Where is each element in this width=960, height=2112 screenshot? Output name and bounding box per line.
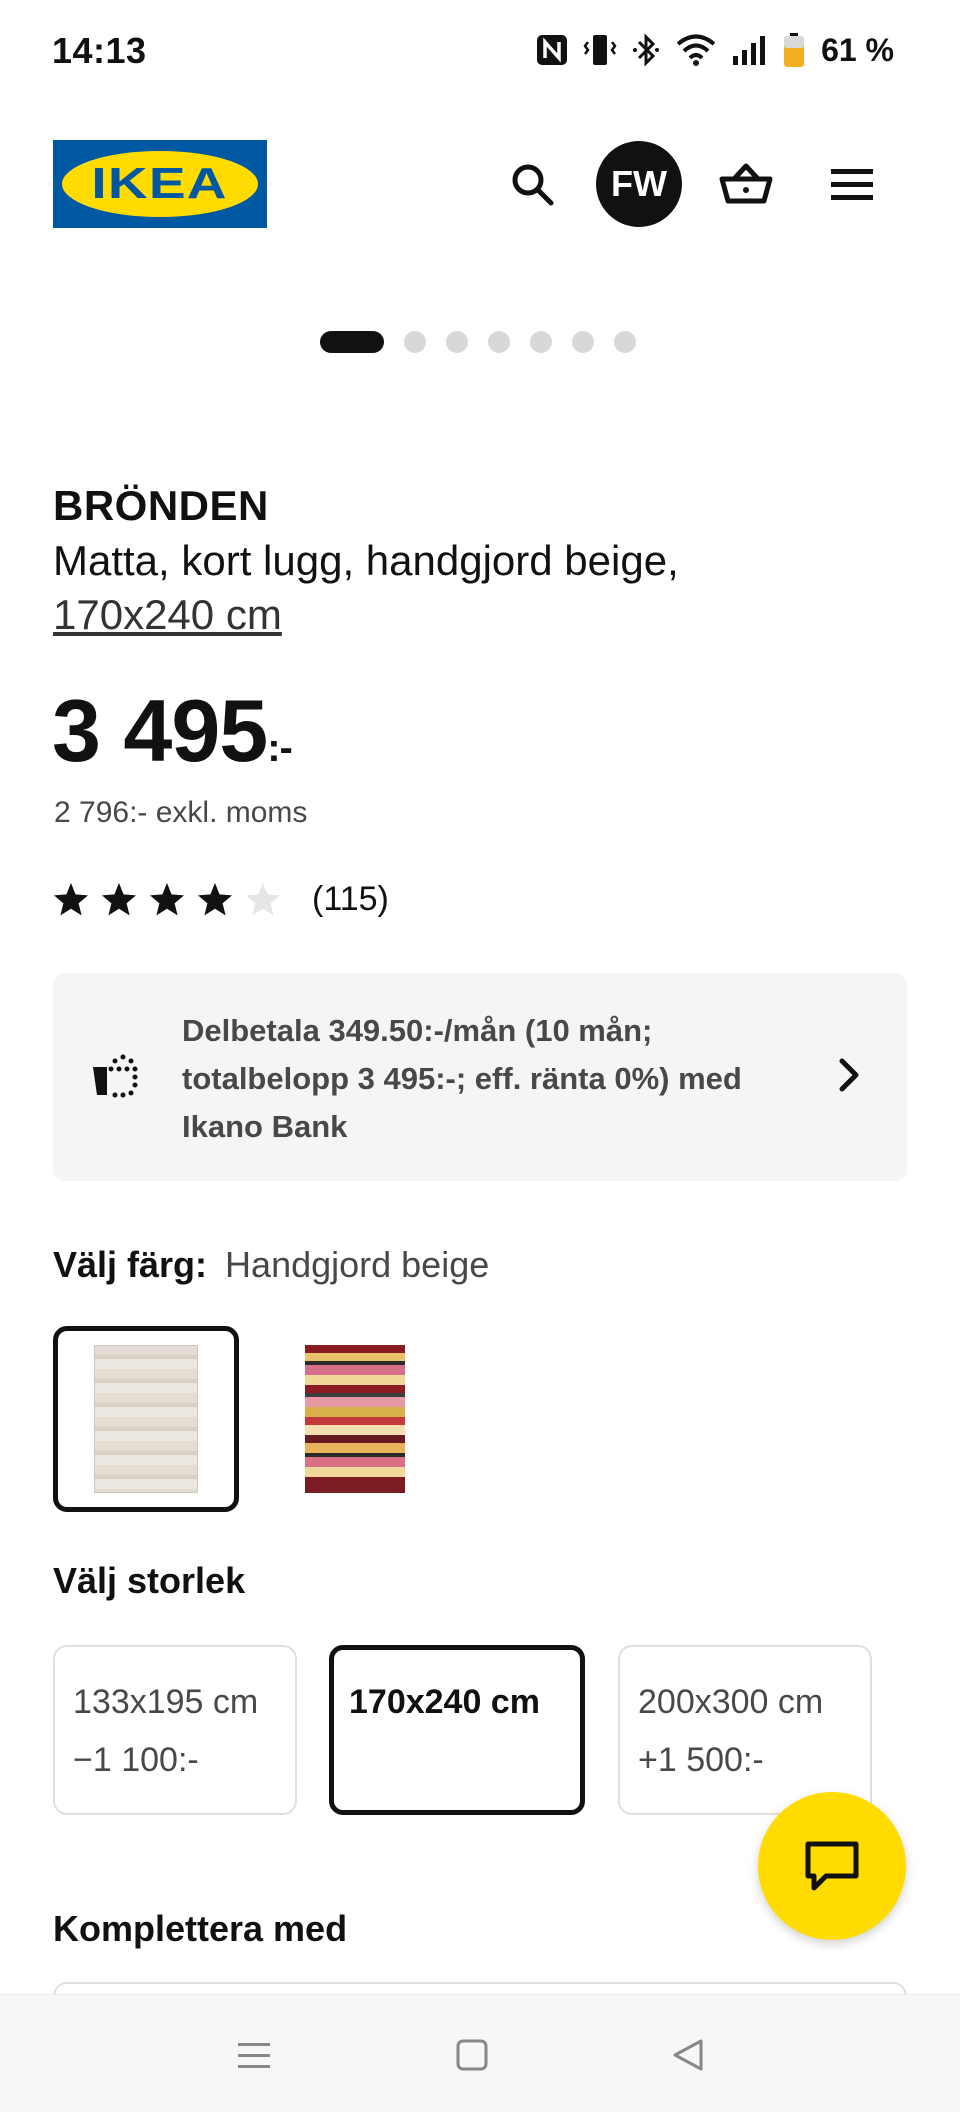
- color-selected-value: Handgjord beige: [225, 1244, 490, 1285]
- home-square-icon: [456, 2039, 488, 2071]
- size-option-170x240[interactable]: 170x240 cm: [329, 1645, 585, 1815]
- wifi-icon: [676, 34, 716, 66]
- chat-bubble-icon: [805, 1841, 859, 1891]
- color-option-beige[interactable]: [53, 1326, 239, 1512]
- vibrate-icon: [583, 35, 617, 65]
- star-empty-icon: [246, 883, 280, 916]
- size-option-200x300[interactable]: 200x300 cm +1 500:-: [618, 1645, 872, 1815]
- logo-text: IKEA: [91, 159, 229, 208]
- search-icon: [512, 164, 554, 206]
- carousel-dot-2[interactable]: [404, 331, 426, 353]
- star-icon: [198, 883, 232, 916]
- battery-percent: 61 %: [821, 31, 894, 68]
- rating-stars: [52, 881, 282, 917]
- carousel-dot-3[interactable]: [446, 331, 468, 353]
- review-count: (115): [312, 879, 389, 918]
- search-button[interactable]: [488, 140, 576, 228]
- carousel-dot-4[interactable]: [488, 331, 510, 353]
- carousel-dot-6[interactable]: [572, 331, 594, 353]
- product-name: BRÖNDEN: [53, 482, 269, 529]
- rug-beige-thumbnail: [94, 1345, 198, 1493]
- size-option-133x195[interactable]: 133x195 cm −1 100:-: [53, 1645, 297, 1815]
- carousel-dot-1[interactable]: [320, 331, 384, 353]
- size-selector-heading: Välj storlek: [53, 1560, 246, 1601]
- nav-back-button[interactable]: [656, 2023, 720, 2087]
- hamburger-menu-icon: [831, 169, 873, 200]
- product-description: Matta, kort lugg, handgjord beige, 170x2…: [53, 534, 873, 642]
- product-price: 3 495:-: [52, 680, 293, 782]
- financing-banner[interactable]: Delbetala 349.50:-/mån (10 mån; totalbel…: [53, 973, 907, 1181]
- financing-text: Delbetala 349.50:-/mån (10 mån; totalbel…: [182, 1013, 742, 1144]
- image-carousel-dots: [320, 330, 636, 354]
- price-excl-vat: 2 796:- exkl. moms: [54, 796, 308, 829]
- back-triangle-icon: [673, 2039, 703, 2071]
- cart-button[interactable]: [702, 140, 790, 228]
- color-option-multicolor[interactable]: [262, 1326, 448, 1512]
- battery-icon: [784, 33, 805, 67]
- product-description-text: Matta, kort lugg, handgjord beige,: [53, 537, 679, 584]
- size-option-price-diff: +1 500:-: [638, 1741, 764, 1779]
- color-selector-heading: Välj färg: Handgjord beige: [53, 1244, 489, 1286]
- avatar-initials: FW: [611, 163, 667, 204]
- complement-heading: Komplettera med: [53, 1908, 348, 1949]
- color-label: Välj färg:: [53, 1244, 208, 1285]
- system-nav-bar: [0, 1994, 960, 2112]
- chat-button[interactable]: [758, 1792, 906, 1940]
- price-suffix: :-: [267, 726, 293, 770]
- site-header: IKEA FW: [0, 130, 960, 240]
- cart-icon: [719, 163, 773, 204]
- nfc-icon: [537, 35, 568, 65]
- recents-menu-icon: [238, 2043, 270, 2068]
- size-option-label: 170x240 cm: [349, 1683, 540, 1721]
- status-bar: 14:13 61 %: [0, 0, 960, 104]
- status-time: 14:13: [52, 30, 147, 71]
- chevron-right-icon: [839, 1058, 859, 1092]
- price-value: 3 495: [52, 681, 268, 780]
- installment-payment-icon: [93, 1054, 138, 1098]
- size-option-label: 200x300 cm: [638, 1683, 824, 1721]
- logo-ellipse: IKEA: [62, 151, 258, 217]
- size-option-price-diff: −1 100:-: [73, 1741, 199, 1779]
- menu-button[interactable]: [808, 140, 896, 228]
- star-icon: [54, 883, 88, 916]
- size-option-label: 133x195 cm: [73, 1683, 259, 1721]
- rug-multicolor-thumbnail: [305, 1345, 405, 1493]
- user-avatar-button[interactable]: FW: [596, 141, 682, 227]
- bluetooth-icon: [633, 33, 660, 67]
- product-size-link[interactable]: 170x240 cm: [53, 591, 282, 638]
- carousel-dot-7[interactable]: [614, 331, 636, 353]
- signal-icon: [733, 36, 766, 65]
- nav-recents-button[interactable]: [222, 2023, 286, 2087]
- status-icons: 61 %: [535, 28, 894, 72]
- nav-home-button[interactable]: [440, 2023, 504, 2087]
- carousel-dot-5[interactable]: [530, 331, 552, 353]
- ikea-logo[interactable]: IKEA: [53, 140, 267, 228]
- product-rating[interactable]: (115): [52, 876, 389, 922]
- star-icon: [150, 883, 184, 916]
- star-icon: [102, 883, 136, 916]
